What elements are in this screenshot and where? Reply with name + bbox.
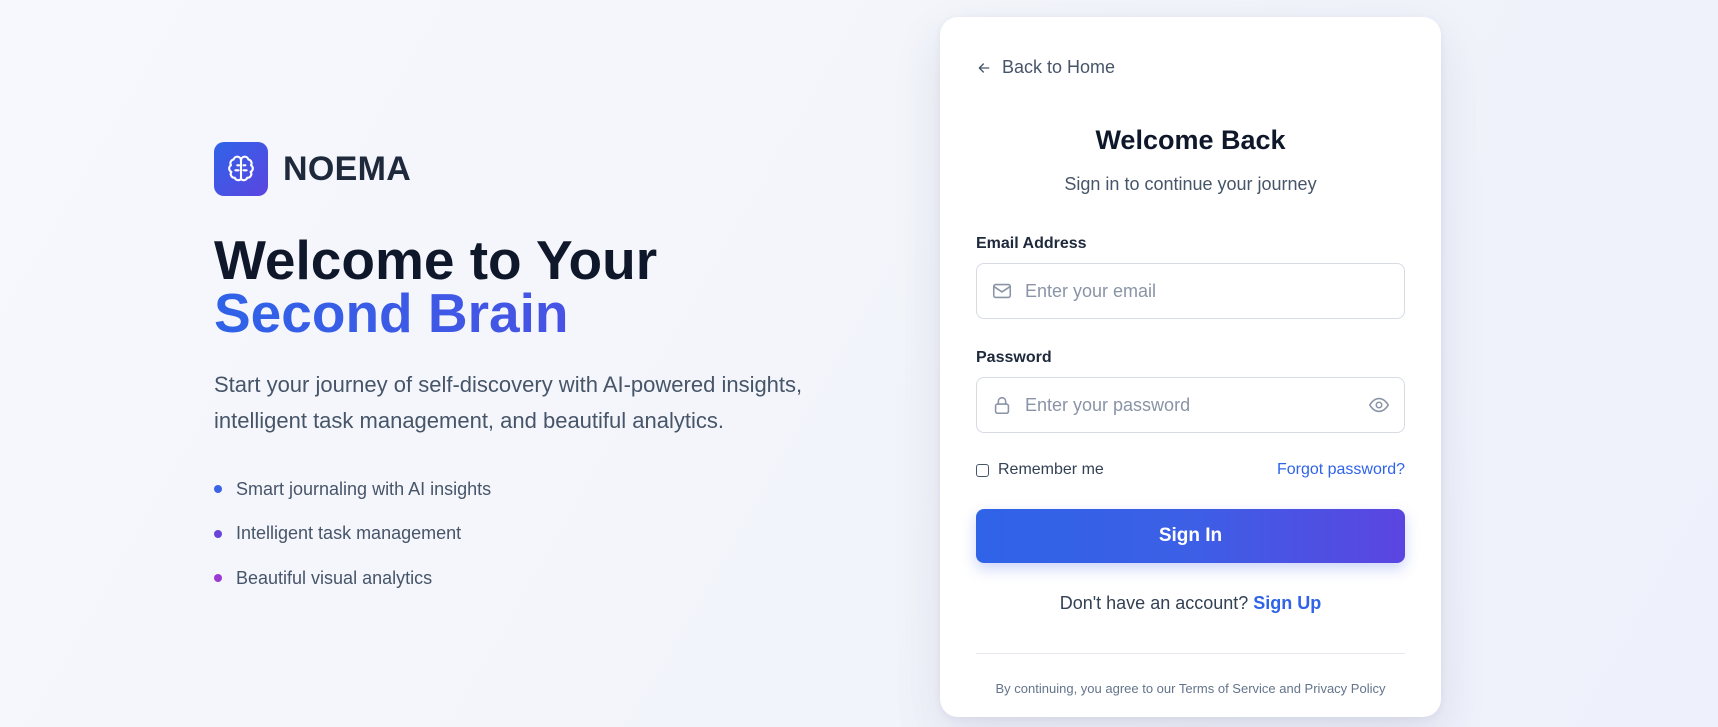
eye-icon[interactable] xyxy=(1368,394,1390,416)
card-subtitle: Sign in to continue your journey xyxy=(1064,174,1317,194)
bullet-dot-icon xyxy=(214,529,222,538)
feature-item: Beautiful visual analytics xyxy=(214,556,854,601)
password-label: Password xyxy=(976,349,1052,366)
brand: NOEMA xyxy=(214,142,854,196)
bullet-dot-icon xyxy=(214,485,222,494)
brand-name: NOEMA xyxy=(283,149,412,188)
back-to-home-link[interactable]: Back to Home xyxy=(976,57,1115,78)
headline-line-1: Welcome to Your xyxy=(214,229,658,291)
email-field-wrapper xyxy=(976,263,1405,319)
signup-prompt: Don't have an account? xyxy=(1059,593,1254,613)
lock-icon xyxy=(991,394,1013,416)
feature-label: Smart journaling with AI insights xyxy=(236,478,492,499)
remember-me[interactable]: Remember me xyxy=(976,461,1104,479)
form-options-row: Remember me Forgot password? xyxy=(976,461,1405,479)
login-card: Back to Home Welcome Back Sign in to con… xyxy=(940,17,1441,717)
hero-section: NOEMA Welcome to Your Second Brain Start… xyxy=(214,142,854,601)
hero-description: Start your journey of self-discovery wit… xyxy=(214,372,803,433)
card-title: Welcome Back xyxy=(1095,125,1286,155)
brain-icon xyxy=(214,142,268,196)
signup-prompt-row: Don't have an account? Sign Up xyxy=(940,593,1441,614)
feature-label: Intelligent task management xyxy=(236,523,462,544)
back-to-home-label: Back to Home xyxy=(1002,57,1116,77)
email-field[interactable] xyxy=(1025,280,1390,302)
feature-label: Beautiful visual analytics xyxy=(236,567,433,588)
remember-me-checkbox[interactable] xyxy=(976,463,989,477)
bullet-dot-icon xyxy=(214,574,222,583)
password-field-wrapper xyxy=(976,377,1405,433)
sign-in-button[interactable]: Sign In xyxy=(976,509,1405,563)
divider xyxy=(976,653,1405,654)
feature-item: Smart journaling with AI insights xyxy=(214,467,854,512)
hero-headline: Welcome to Your Second Brain xyxy=(214,229,854,341)
email-label: Email Address xyxy=(976,235,1087,252)
sign-up-link[interactable]: Sign Up xyxy=(1253,593,1321,613)
terms-notice: By continuing, you agree to our Terms of… xyxy=(995,681,1386,696)
password-field[interactable] xyxy=(1025,394,1368,416)
forgot-password-link[interactable]: Forgot password? xyxy=(1277,461,1405,479)
arrow-left-icon xyxy=(976,60,992,76)
feature-item: Intelligent task management xyxy=(214,512,854,557)
feature-list: Smart journaling with AI insights Intell… xyxy=(214,467,854,601)
remember-me-label: Remember me xyxy=(998,461,1104,478)
headline-line-2: Second Brain xyxy=(214,286,854,341)
mail-icon xyxy=(991,280,1013,302)
